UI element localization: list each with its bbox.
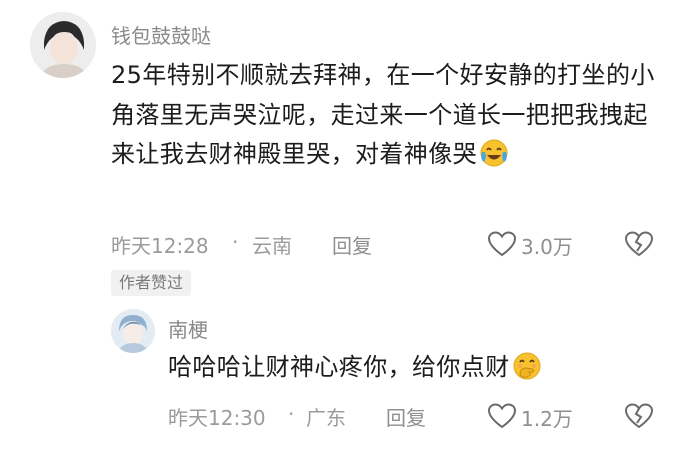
- reply-text: 哈哈哈让财神心疼你，给你点财: [168, 350, 542, 390]
- like-heart-icon[interactable]: [487, 231, 517, 261]
- reply-time: 昨天12:30: [168, 406, 266, 430]
- comment-location: 云南: [252, 234, 292, 258]
- reply-button[interactable]: 回复: [332, 230, 372, 259]
- broken-heart-icon[interactable]: [624, 403, 654, 433]
- reply-text-body: 哈哈哈让财神心疼你，给你点财: [168, 353, 510, 381]
- comment-text: 25年特别不顺就去拜神，在一个好安静的打坐的小角落里无声哭泣呢，走过来一个道长一…: [111, 56, 671, 181]
- reply-location: 广东: [306, 406, 346, 430]
- meta-separator: ·: [232, 230, 239, 254]
- reply-username[interactable]: 南梗: [168, 314, 208, 343]
- avatar-image: [30, 12, 96, 78]
- comment-text-body: 25年特别不顺就去拜神，在一个好安静的打坐的小角落里无声哭泣呢，走过来一个道长一…: [111, 61, 655, 168]
- avatar[interactable]: [30, 12, 96, 78]
- reply-to-reply-button[interactable]: 回复: [386, 402, 426, 431]
- comment-time: 昨天12:28: [111, 234, 209, 258]
- like-heart-icon[interactable]: [487, 403, 517, 433]
- like-count: 3.0万: [521, 235, 573, 259]
- hand-over-mouth-emoji-icon: [512, 351, 542, 390]
- reply-avatar[interactable]: [111, 309, 155, 353]
- meta-separator: ·: [288, 402, 295, 426]
- crying-laughing-emoji-icon: [479, 138, 509, 181]
- comment-username[interactable]: 钱包鼓鼓哒: [111, 20, 211, 49]
- broken-heart-icon[interactable]: [624, 231, 654, 261]
- author-liked-badge: 作者赞过: [111, 270, 192, 296]
- reply-avatar-image: [111, 309, 155, 353]
- reply-like-count: 1.2万: [521, 407, 573, 431]
